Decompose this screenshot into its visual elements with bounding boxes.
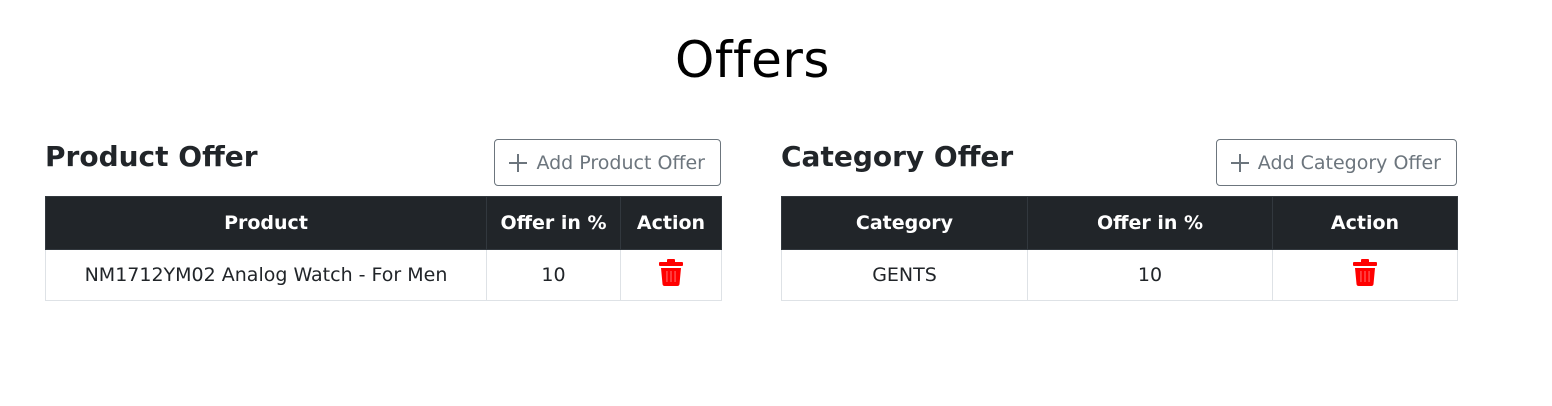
product-offer-title: Product Offer: [45, 140, 258, 173]
offer-cell: 10: [486, 249, 621, 301]
category-cell: GENTS: [781, 249, 1028, 301]
trash-icon[interactable]: [659, 259, 683, 291]
plus-icon: [1230, 153, 1249, 172]
product-offer-table: Product Offer in % Action NM1712YM02 Ana…: [45, 196, 722, 301]
plus-icon: [509, 153, 528, 172]
category-offer-title: Category Offer: [781, 140, 1014, 173]
column-header-action: Action: [1272, 196, 1458, 250]
column-header-action: Action: [620, 196, 722, 250]
page-title: Offers: [675, 31, 830, 89]
category-offer-section: Category Offer Add Category Offer Catego…: [781, 139, 1458, 301]
add-product-offer-label: Add Product Offer: [536, 151, 705, 174]
column-header-offer: Offer in %: [1027, 196, 1273, 250]
table-row: GENTS 10: [781, 249, 1458, 301]
trash-icon[interactable]: [1353, 259, 1377, 291]
table-header-row: Product Offer in % Action: [45, 196, 722, 250]
action-cell: [620, 249, 722, 301]
add-category-offer-button[interactable]: Add Category Offer: [1215, 139, 1457, 186]
offer-cell: 10: [1027, 249, 1273, 301]
table-header-row: Category Offer in % Action: [781, 196, 1458, 250]
column-header-product: Product: [45, 196, 487, 250]
add-category-offer-label: Add Category Offer: [1257, 151, 1441, 174]
add-product-offer-button[interactable]: Add Product Offer: [494, 139, 721, 186]
category-offer-header: Category Offer Add Category Offer: [781, 139, 1457, 196]
product-offer-section: Product Offer Add Product Offer Product …: [45, 139, 722, 301]
category-offer-table: Category Offer in % Action GENTS 10: [781, 196, 1458, 301]
product-offer-header: Product Offer Add Product Offer: [45, 139, 721, 196]
column-header-offer: Offer in %: [486, 196, 621, 250]
table-row: NM1712YM02 Analog Watch - For Men 10: [45, 249, 722, 301]
column-header-category: Category: [781, 196, 1028, 250]
action-cell: [1272, 249, 1458, 301]
product-cell: NM1712YM02 Analog Watch - For Men: [45, 249, 487, 301]
